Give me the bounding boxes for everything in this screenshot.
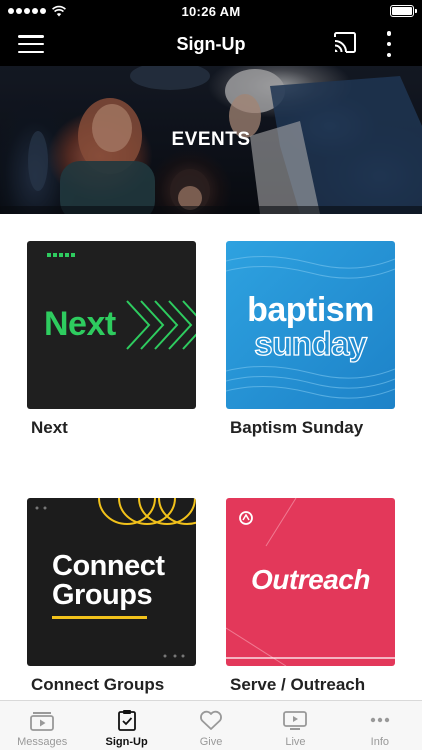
battery-icon (390, 5, 417, 17)
signal-indicators (8, 5, 66, 17)
cast-icon[interactable] (332, 31, 358, 55)
app-screen: 10:26 AM Sign-Up EVENTS Next Next baptis… (0, 0, 422, 750)
card-title: Next (31, 418, 68, 437)
outreach-thumbnail: Outreach (226, 498, 395, 666)
bottom-tab-bar: Messages Sign-Up Give Live Info (0, 700, 422, 750)
signup-clipboard-icon (117, 710, 136, 731)
tab-label: Live (285, 736, 306, 748)
baptism-thumbnail: baptism sunday (226, 241, 395, 409)
status-time: 10:26 AM (181, 3, 241, 19)
tab-messages[interactable]: Messages (0, 701, 84, 750)
tab-label: Info (370, 736, 389, 748)
next-thumb-text: Next (44, 305, 116, 343)
cellular-signal-icon (8, 8, 46, 14)
hero-title: EVENTS (171, 129, 251, 150)
events-hero-banner: EVENTS (0, 66, 422, 214)
events-grid: Next Next baptism sunday Baptism Sunday … (0, 214, 422, 700)
groups-thumb-text: Groups (52, 579, 153, 611)
top-nav-bar: Sign-Up (0, 22, 422, 66)
card-title: Baptism Sunday (230, 418, 364, 437)
tab-label: Messages (17, 736, 68, 748)
heart-icon (200, 710, 222, 730)
connect-groups-thumbnail: Connect Groups (27, 498, 196, 666)
messages-icon (30, 712, 55, 731)
card-title: Serve / Outreach (230, 675, 366, 694)
page-title: Sign-Up (176, 34, 246, 54)
status-bar: 10:26 AM (0, 0, 422, 22)
more-options-icon[interactable] (382, 31, 396, 57)
wifi-icon (52, 5, 66, 17)
tab-label: Give (199, 736, 223, 748)
tab-sign-up[interactable]: Sign-Up (84, 701, 168, 750)
tab-label: Sign-Up (105, 736, 148, 748)
card-title: Connect Groups (31, 675, 165, 694)
sunday-thumb-text: sunday (254, 324, 368, 362)
tab-give[interactable]: Give (169, 701, 253, 750)
tab-live[interactable]: Live (253, 701, 337, 750)
next-thumbnail: Next (27, 241, 196, 409)
more-dots-icon (370, 717, 390, 723)
outreach-thumb-text: Outreach (251, 564, 370, 595)
live-tv-icon (283, 711, 308, 730)
tab-info[interactable]: Info (338, 701, 422, 750)
